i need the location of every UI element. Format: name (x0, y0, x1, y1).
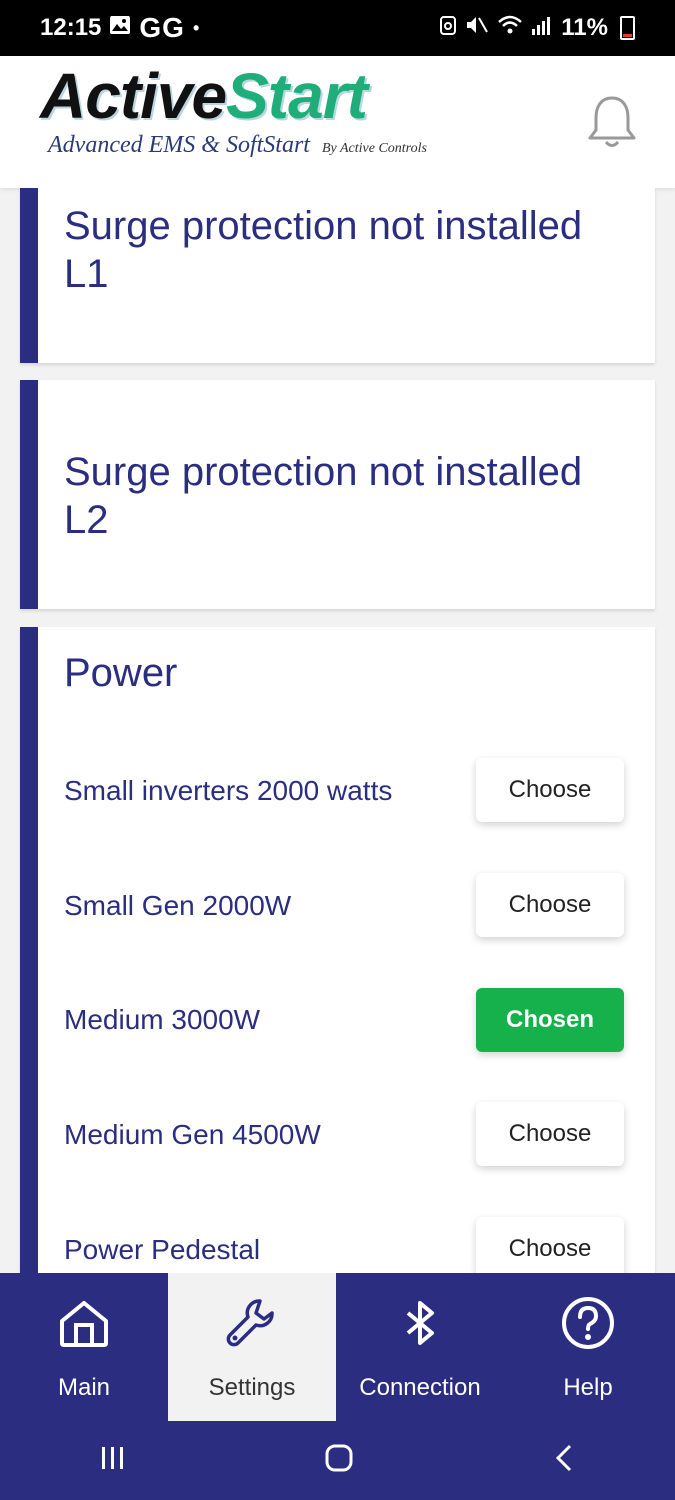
surge-l2-title-line1: Surge protection not installed (64, 450, 583, 494)
logo-subtitle: Advanced EMS & SoftStart (48, 132, 310, 158)
bottom-nav: Main Settings Connection Help (0, 1273, 675, 1421)
power-option-label: Small inverters 2000 watts (64, 775, 393, 806)
wrench-icon (224, 1295, 280, 1356)
nav-settings-label: Settings (208, 1374, 296, 1401)
recent-apps-icon[interactable] (99, 1444, 127, 1477)
home-icon (56, 1295, 112, 1356)
choose-power-pedestal-button[interactable]: Choose (476, 1217, 624, 1281)
power-card: Power Small inverters 2000 watts Choose … (20, 627, 655, 1287)
nav-help[interactable]: Help (504, 1273, 672, 1421)
nav-connection[interactable]: Connection (336, 1273, 504, 1421)
gallery-icon (109, 14, 131, 42)
nav-main-label: Main (57, 1374, 111, 1401)
signal-icon (531, 14, 553, 43)
surge-l2-title-line2: L2 (64, 498, 109, 542)
surge-l2-title: Surge protection not installed L2 (64, 448, 582, 544)
chosen-medium-button[interactable]: Chosen (476, 988, 624, 1052)
logo-start-text: Start (226, 60, 368, 132)
carrier-badges: GG (139, 12, 185, 43)
surge-l1-card: Surge protection not installed L1 (20, 188, 655, 363)
bell-icon[interactable] (586, 94, 638, 150)
power-option-label: Medium 3000W (64, 1004, 261, 1035)
surge-l1-title-line2: L1 (64, 252, 109, 296)
power-option-label: Small Gen 2000W (64, 890, 292, 921)
back-icon[interactable] (552, 1443, 576, 1478)
home-button-icon[interactable] (324, 1443, 354, 1478)
alarm-icon (439, 14, 457, 43)
activestart-logo: ActiveStart Advanced EMS & SoftStart By … (40, 64, 427, 159)
surge-l2-card: Surge protection not installed L2 (20, 380, 655, 609)
battery-icon (620, 16, 635, 40)
battery-percent: 11% (561, 14, 608, 41)
power-title: Power (64, 651, 178, 695)
logo-by-text: By Active Controls (321, 141, 427, 156)
status-time: 12:15 (40, 14, 102, 41)
nav-connection-label: Connection (359, 1374, 481, 1401)
surge-l1-title: Surge protection not installed L1 (64, 202, 582, 298)
surge-l1-title-line1: Surge protection not installed (64, 204, 583, 248)
wifi-icon (497, 14, 523, 43)
choose-small-gen-button[interactable]: Choose (476, 873, 624, 937)
system-nav-bar (0, 1421, 675, 1500)
nav-main[interactable]: Main (0, 1273, 168, 1421)
power-option-label: Medium Gen 4500W (64, 1119, 321, 1150)
nav-settings[interactable]: Settings (168, 1273, 336, 1421)
help-icon (560, 1295, 616, 1356)
choose-medium-gen-button[interactable]: Choose (476, 1102, 624, 1166)
nav-help-label: Help (563, 1374, 613, 1401)
logo-active-text: Active (40, 60, 227, 132)
app-header: ActiveStart Advanced EMS & SoftStart By … (0, 56, 675, 188)
bluetooth-icon (392, 1295, 448, 1356)
choose-small-inverters-button[interactable]: Choose (476, 758, 624, 822)
notification-dot: • (192, 17, 200, 38)
mute-icon (465, 14, 489, 43)
power-option-label: Power Pedestal (64, 1234, 261, 1265)
status-bar: 12:15 GG • 11% (0, 0, 675, 56)
